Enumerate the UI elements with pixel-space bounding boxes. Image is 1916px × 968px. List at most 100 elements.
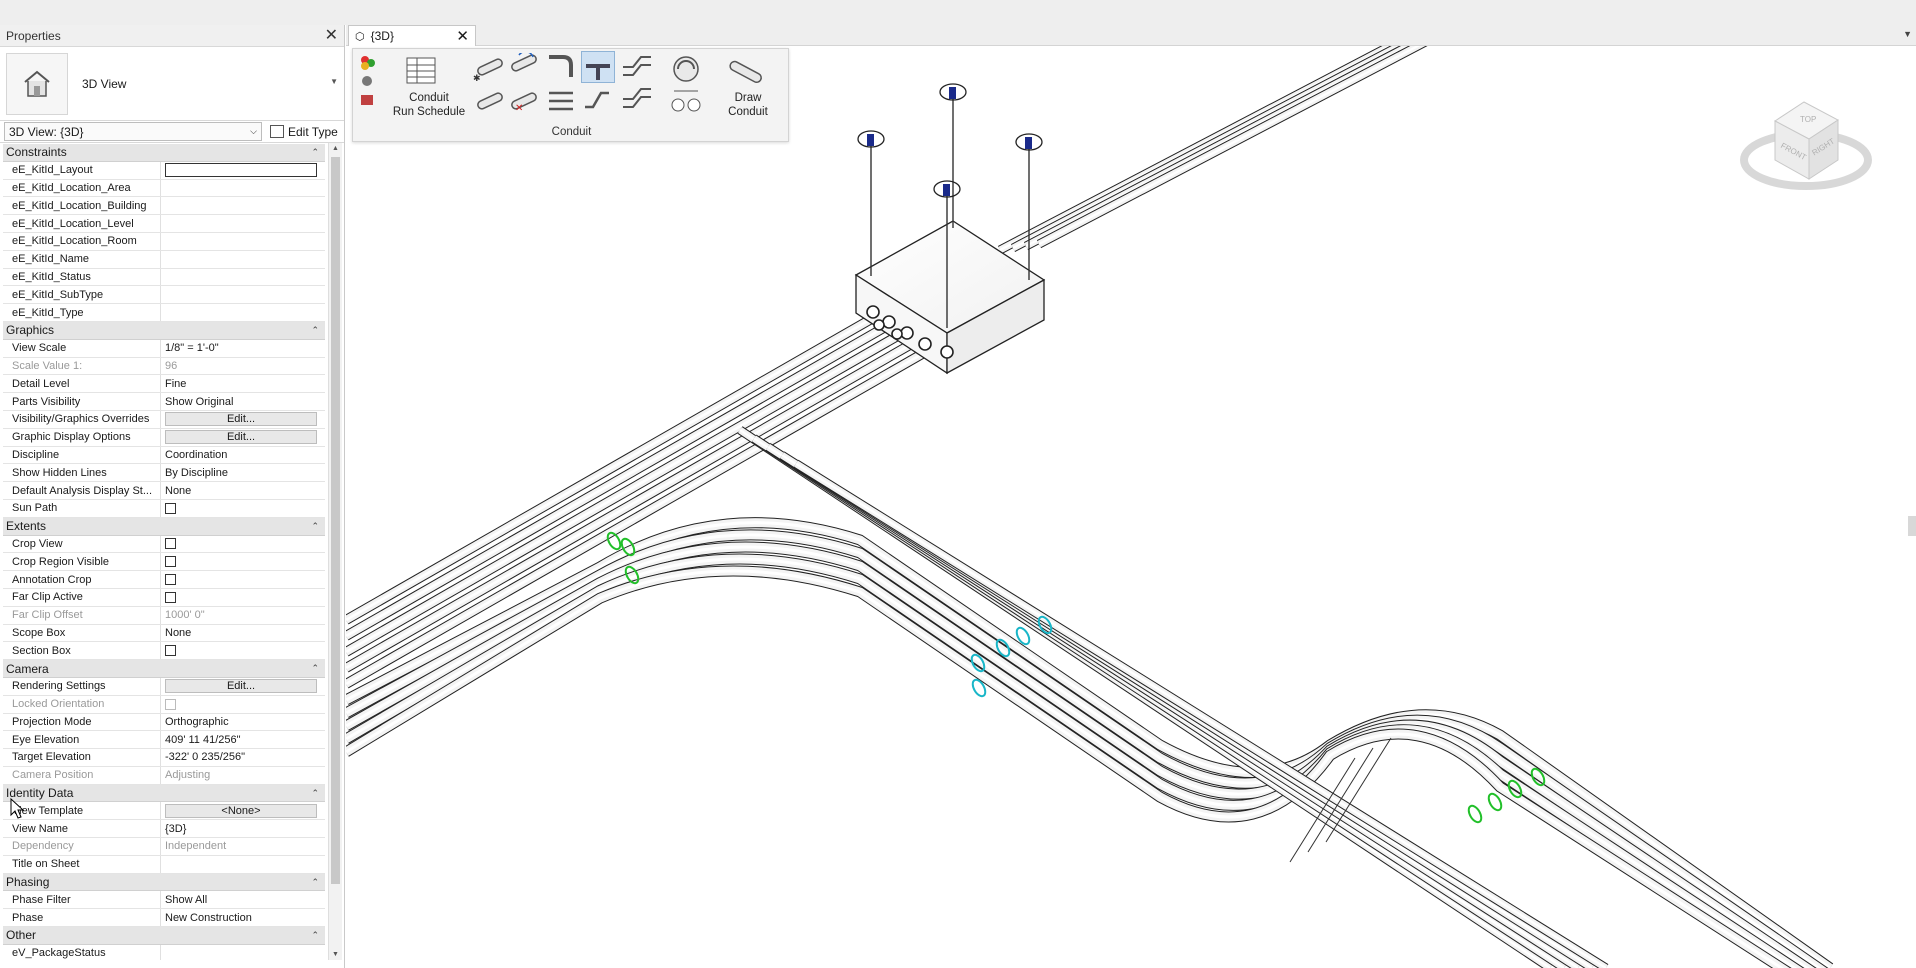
collapse-chevron-icon[interactable]: ⌃ bbox=[311, 930, 319, 941]
property-row[interactable]: Camera Position Adjusting bbox=[3, 766, 325, 785]
view-cube[interactable]: TOP FRONT RIGHT bbox=[1740, 101, 1872, 190]
property-row[interactable]: Show Hidden Lines By Discipline bbox=[3, 464, 325, 483]
property-value-cell[interactable]: Fine bbox=[161, 375, 325, 392]
close-properties-button[interactable]: ✕ bbox=[325, 27, 338, 44]
conduit-fitting-tools[interactable]: ✱ ✕ bbox=[471, 53, 543, 115]
property-checkbox[interactable] bbox=[165, 591, 176, 603]
property-value-cell[interactable] bbox=[161, 251, 325, 268]
group-header-constraints[interactable]: Constraints ⌃ bbox=[3, 144, 325, 162]
property-row[interactable]: Scope Box None bbox=[3, 624, 325, 643]
property-value-cell[interactable] bbox=[161, 269, 325, 286]
property-value-cell[interactable]: By Discipline bbox=[161, 464, 325, 481]
property-row[interactable]: eE_KitId_Location_Room bbox=[3, 232, 325, 251]
property-row[interactable]: eE_KitId_Type bbox=[3, 304, 325, 322]
property-row[interactable]: Section Box bbox=[3, 642, 325, 661]
property-value-cell[interactable] bbox=[161, 571, 325, 588]
property-row[interactable]: Default Analysis Display St... None bbox=[3, 482, 325, 500]
group-header-extents[interactable]: Extents ⌃ bbox=[3, 517, 325, 536]
property-value-cell[interactable] bbox=[161, 197, 325, 214]
3d-viewport[interactable]: TOP FRONT RIGHT bbox=[346, 46, 1916, 968]
scroll-thumb[interactable] bbox=[331, 157, 340, 884]
collapse-chevron-icon[interactable]: ⌃ bbox=[311, 325, 319, 336]
property-row[interactable]: eE_KitId_Location_Area bbox=[3, 179, 325, 198]
property-value-cell[interactable] bbox=[161, 856, 325, 873]
property-row[interactable]: eE_KitId_Layout bbox=[3, 161, 325, 180]
color-fill-icon[interactable] bbox=[357, 53, 377, 113]
property-value-cell[interactable] bbox=[161, 945, 325, 960]
property-edit-button[interactable]: Edit... bbox=[165, 430, 317, 445]
property-value-cell[interactable] bbox=[161, 233, 325, 250]
property-row[interactable]: eE_KitId_Status bbox=[3, 268, 325, 287]
property-row[interactable]: View Name {3D} bbox=[3, 820, 325, 839]
type-selector[interactable]: 3D View ▼ bbox=[0, 47, 344, 121]
edit-type-button[interactable]: Edit Type bbox=[270, 125, 338, 139]
property-checkbox[interactable] bbox=[165, 645, 176, 657]
property-row[interactable]: Phase New Construction bbox=[3, 909, 325, 928]
conduit-run-schedule-button[interactable]: Conduit Run Schedule bbox=[391, 91, 467, 119]
property-row[interactable]: Dependency Independent bbox=[3, 838, 325, 856]
parallel-tool-button[interactable] bbox=[545, 85, 579, 117]
property-row[interactable]: Far Clip Active bbox=[3, 588, 325, 607]
property-value-cell[interactable]: {3D} bbox=[161, 820, 325, 837]
property-value-cell[interactable]: Edit... bbox=[161, 678, 325, 695]
instance-selector[interactable]: 3D View: {3D} ⌵ bbox=[4, 122, 262, 141]
property-row[interactable]: Parts Visibility Show Original bbox=[3, 393, 325, 411]
justify-tools-icon[interactable] bbox=[619, 53, 655, 115]
viewcube-top-label[interactable]: TOP bbox=[1800, 115, 1816, 124]
draw-conduit-button[interactable]: Draw Conduit bbox=[723, 91, 773, 119]
property-row[interactable]: eV_PackageStatus bbox=[3, 944, 325, 960]
elbow-tool-button[interactable] bbox=[545, 51, 579, 83]
property-value-cell[interactable] bbox=[161, 162, 325, 179]
property-checkbox[interactable] bbox=[165, 502, 176, 514]
property-row[interactable]: Visibility/Graphics Overrides Edit... bbox=[3, 410, 325, 429]
scroll-down-icon[interactable]: ▼ bbox=[332, 951, 339, 958]
property-value-cell[interactable]: Show Original bbox=[161, 393, 325, 410]
run-schedule-icon[interactable] bbox=[405, 55, 437, 87]
property-row[interactable]: Rendering Settings Edit... bbox=[3, 677, 325, 696]
property-value-cell[interactable] bbox=[161, 500, 325, 517]
collapse-chevron-icon[interactable]: ⌃ bbox=[311, 521, 319, 532]
collapse-chevron-icon[interactable]: ⌃ bbox=[311, 663, 319, 674]
property-value-cell[interactable]: Orthographic bbox=[161, 714, 325, 731]
properties-scrollbar[interactable]: ▲ ▼ bbox=[328, 143, 342, 960]
property-row[interactable]: Annotation Crop bbox=[3, 571, 325, 589]
property-value-cell[interactable]: Show All bbox=[161, 891, 325, 908]
group-header-graphics[interactable]: Graphics ⌃ bbox=[3, 321, 325, 340]
property-row[interactable]: Detail Level Fine bbox=[3, 375, 325, 394]
property-value-cell[interactable]: <None> bbox=[161, 802, 325, 819]
property-value-cell[interactable]: 409' 11 41/256" bbox=[161, 731, 325, 748]
bend-radius-icon[interactable] bbox=[668, 53, 704, 119]
property-row[interactable]: Phase Filter Show All bbox=[3, 891, 325, 910]
group-header-camera[interactable]: Camera ⌃ bbox=[3, 660, 325, 678]
property-row[interactable]: Crop View bbox=[3, 535, 325, 554]
property-edit-button[interactable]: Edit... bbox=[165, 412, 317, 427]
property-row[interactable]: Scale Value 1: 96 bbox=[3, 357, 325, 376]
viewport-scroll-marker[interactable] bbox=[1908, 516, 1916, 536]
property-row[interactable]: Crop Region Visible bbox=[3, 553, 325, 572]
property-value-cell[interactable]: None bbox=[161, 625, 325, 642]
property-row[interactable]: Graphic Display Options Edit... bbox=[3, 428, 325, 447]
property-row[interactable]: Sun Path bbox=[3, 499, 325, 518]
property-row[interactable]: eE_KitId_Location_Level bbox=[3, 215, 325, 233]
property-value-cell[interactable] bbox=[161, 553, 325, 570]
property-value-cell[interactable]: Edit... bbox=[161, 429, 325, 446]
collapse-chevron-icon[interactable]: ⌃ bbox=[311, 788, 319, 799]
property-row[interactable]: eE_KitId_Name bbox=[3, 250, 325, 269]
property-checkbox[interactable] bbox=[165, 538, 176, 550]
chevron-down-icon[interactable]: ▼ bbox=[330, 77, 338, 86]
property-row[interactable]: eE_KitId_SubType bbox=[3, 286, 325, 305]
property-row[interactable]: Far Clip Offset 1000' 0" bbox=[3, 606, 325, 625]
group-header-identity-data[interactable]: Identity Data ⌃ bbox=[3, 784, 325, 803]
property-value-cell[interactable]: Coordination bbox=[161, 447, 325, 464]
scroll-up-icon[interactable]: ▲ bbox=[332, 145, 339, 152]
property-value-cell[interactable]: 1/8" = 1'-0" bbox=[161, 340, 325, 357]
draw-conduit-icon[interactable] bbox=[725, 57, 765, 87]
tab-menu-icon[interactable]: ▼ bbox=[1903, 29, 1912, 39]
property-row[interactable]: View Template <None> bbox=[3, 802, 325, 821]
group-header-other[interactable]: Other ⌃ bbox=[3, 927, 325, 945]
property-edit-button[interactable]: <None> bbox=[165, 803, 317, 818]
property-value-cell[interactable]: None bbox=[161, 482, 325, 499]
property-input-field[interactable] bbox=[165, 163, 317, 178]
group-header-phasing[interactable]: Phasing ⌃ bbox=[3, 873, 325, 892]
property-value-cell[interactable] bbox=[161, 642, 325, 659]
